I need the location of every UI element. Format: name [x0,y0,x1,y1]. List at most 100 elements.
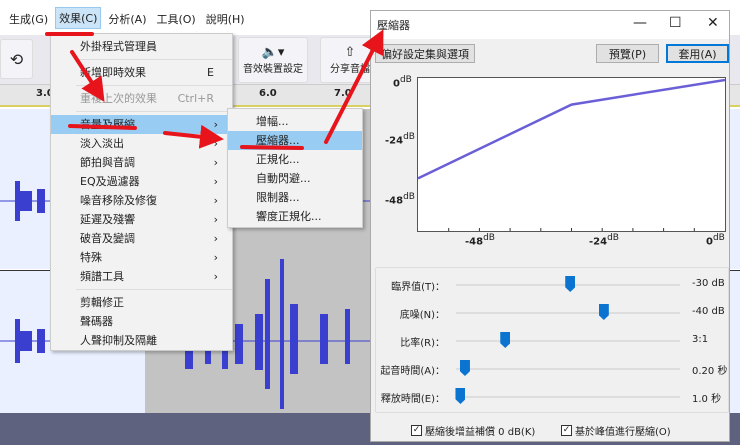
minimize-icon[interactable]: — [633,15,647,31]
chevron-right-icon: › [213,156,218,169]
x-tick: -48dB [465,233,495,248]
slider-value: 3:1 [692,334,709,345]
submenu-item-amplify[interactable]: 增幅... [228,112,362,131]
menu-separator [76,85,232,86]
effects-menu: 外掛程式管理員 新增即時效果 E 重複上次的效果 Ctrl+R 音量及壓縮 › 淡入淡… [50,33,233,351]
menu-item-label: 剪輯修正 [80,296,124,309]
volume-submenu: 增幅... 壓縮器... 正規化... 自動閃避... 限制器... 響度正規化… [227,108,363,228]
audio-setup-button[interactable]: 🔈▾ 音效裝置設定 [238,37,308,83]
curve-svg [417,78,726,231]
menu-help[interactable]: 說明(H) [203,9,248,29]
menu-item-label: 正規化... [256,153,300,166]
slider-label: 比率(R)： [400,338,445,349]
menu-item-special[interactable]: 特殊 › [51,248,232,267]
compression-curve [417,78,726,180]
slider-value: -30 dB [692,278,725,289]
menu-item-add-realtime[interactable]: 新增即時效果 E [51,63,232,82]
menu-item-repeat-last: 重複上次的效果 Ctrl+R [51,89,232,108]
compression-curve-graph [417,77,726,232]
close-icon[interactable]: ✕ [707,15,719,31]
slider-thumb[interactable] [565,276,576,292]
slider-thumb[interactable] [598,304,609,320]
slider-track[interactable] [456,312,680,314]
menu-item-vocal-reduction[interactable]: 人聲抑制及隔離 [51,331,232,350]
menu-tools[interactable]: 工具(O) [153,9,198,29]
x-tick: 0dB [706,233,725,248]
menu-item-label: 響度正規化... [256,210,322,223]
menu-bar: 生成(G) 效果(C) 分析(A) 工具(O) 說明(H) [0,0,370,35]
chevron-right-icon: › [213,213,218,226]
menu-effects[interactable]: 效果(C) [55,7,102,29]
slider-thumb[interactable] [455,388,466,404]
menu-item-volume-compression[interactable]: 音量及壓縮 › [51,115,232,134]
submenu-item-loudness[interactable]: 響度正規化... [228,207,362,226]
peak-compression-checkbox[interactable]: ✓ 基於峰值進行壓縮(O) [561,423,671,438]
menu-item-spectral-tools[interactable]: 頻譜工具 › [51,267,232,286]
menu-item-vocoder[interactable]: 聲碼器 [51,312,232,331]
menu-generate[interactable]: 生成(G) [6,9,51,29]
menu-item-noise-removal[interactable]: 噪音移除及修復 › [51,191,232,210]
submenu-item-compressor[interactable]: 壓縮器... [228,131,362,150]
chevron-right-icon: › [213,137,218,150]
slider-row: 比率(R)： 3:1 [376,330,730,350]
menu-analyze[interactable]: 分析(A) [105,9,149,29]
submenu-item-auto-duck[interactable]: 自動閃避... [228,169,362,188]
menu-item-label: 自動閃避... [256,172,311,185]
preview-button[interactable]: 預覽(P) [596,44,659,63]
chevron-right-icon: › [213,175,218,188]
menu-item-label: 增幅... [256,115,289,128]
slider-label: 起音時間(A)： [380,366,445,377]
menu-separator [76,289,232,290]
menu-item-label: 破音及變調 [80,232,135,245]
apply-button[interactable]: 套用(A) [666,44,729,63]
slider-track[interactable] [456,368,680,370]
menu-item-label: 噪音移除及修復 [80,194,157,207]
menu-item-label: 重複上次的效果 [80,92,157,105]
slider-track[interactable] [456,396,680,398]
slider-label: 釋放時間(E)： [380,394,445,405]
speaker-icon: 🔈▾ [261,45,285,60]
checkbox-box[interactable]: ✓ [561,425,572,436]
y-tick: -24dB [385,132,415,147]
chevron-right-icon: › [213,194,218,207]
menu-item-label: 節拍與音調 [80,156,135,169]
loop-button[interactable]: ⟲ [0,39,33,79]
makeup-gain-checkbox[interactable]: ✓ 壓縮後增益補償 0 dB(K) [411,423,535,438]
dialog-titlebar[interactable]: 壓縮器 — ☐ ✕ [371,11,729,39]
slider-row: 底噪(N)： -40 dB [376,302,730,322]
menu-item-eq-filters[interactable]: EQ及過濾器 › [51,172,232,191]
menu-item-clip-fix[interactable]: 剪輯修正 [51,293,232,312]
chevron-right-icon: › [213,118,218,131]
menu-separator [76,59,232,60]
share-audio-label: 分享音檔 [330,64,370,75]
ruler-tick: 7.0 [334,88,352,99]
dialog-title: 壓縮器 [377,19,410,32]
submenu-item-limiter[interactable]: 限制器... [228,188,362,207]
slider-label: 底噪(N)： [399,310,445,321]
x-tick: -24dB [589,233,619,248]
slider-track[interactable] [456,340,680,342]
submenu-item-normalize[interactable]: 正規化... [228,150,362,169]
menu-item-label: 新增即時效果 [80,66,146,79]
menu-item-pitch-tempo[interactable]: 節拍與音調 › [51,153,232,172]
checkbox-box[interactable]: ✓ [411,425,422,436]
shortcut: Ctrl+R [177,92,214,105]
menu-item-delay-reverb[interactable]: 延遲及殘響 › [51,210,232,229]
loop-icon: ⟲ [9,49,24,69]
menu-item-distortion[interactable]: 破音及變調 › [51,229,232,248]
y-tick: 0dB [393,75,412,90]
menu-item-label: 頻譜工具 [80,270,124,283]
slider-value: -40 dB [692,306,725,317]
menu-item-plugin-manager[interactable]: 外掛程式管理員 [51,37,232,56]
maximize-icon[interactable]: ☐ [669,15,682,31]
slider-thumb[interactable] [459,360,470,376]
presets-button[interactable]: 偏好設定集與選項 [375,44,475,63]
slider-row: 釋放時間(E)： 1.0 秒 [376,386,730,406]
menu-item-label: 人聲抑制及隔離 [80,334,157,347]
chevron-right-icon: › [213,270,218,283]
chevron-right-icon: › [213,232,218,245]
menu-item-label: 限制器... [256,191,300,204]
slider-thumb[interactable] [500,332,511,348]
menu-item-label: 外掛程式管理員 [80,40,157,53]
menu-item-fade[interactable]: 淡入淡出 › [51,134,232,153]
